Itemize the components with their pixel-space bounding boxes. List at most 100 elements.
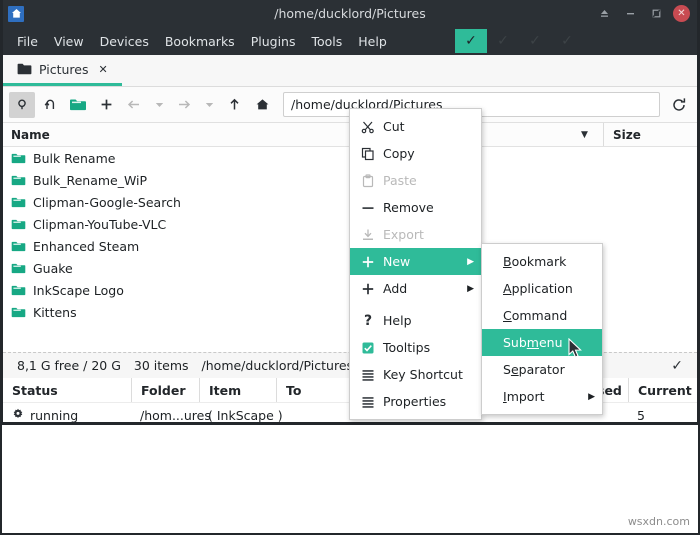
watermark: wsxdn.com [628, 515, 690, 528]
check-button-4[interactable]: ✓ [551, 29, 583, 53]
up-arrow-icon[interactable] [221, 92, 247, 118]
list-item-label: InkScape Logo [33, 283, 124, 298]
context-menu-item-help[interactable]: ? Help [350, 307, 481, 334]
submenu-item-submenu[interactable]: Submenu [482, 329, 602, 356]
title-bar: /home/ducklord/Pictures ✕ [3, 0, 697, 27]
plus-icon[interactable] [93, 92, 119, 118]
list-item-label: Guake [33, 261, 73, 276]
task-col-folder[interactable]: Folder [131, 378, 199, 402]
task-col-to[interactable]: To [276, 378, 336, 402]
download-icon [357, 228, 379, 242]
chevron-right-icon: ▶ [467, 284, 474, 294]
chevron-right-icon: ▶ [467, 257, 474, 267]
context-menu-item-remove[interactable]: Remove [350, 194, 481, 221]
submenu-label: Submenu [503, 335, 563, 350]
folder-icon [11, 218, 26, 231]
menu-item-devices[interactable]: Devices [92, 31, 157, 52]
submenu-label: Separator [503, 362, 565, 377]
context-menu-item-paste[interactable]: Paste [350, 167, 481, 194]
task-col-item[interactable]: Item [199, 378, 276, 402]
context-menu-item-cut[interactable]: Cut [350, 113, 481, 140]
page-border-left [0, 425, 2, 535]
undo-icon[interactable] [37, 92, 63, 118]
submenu-item-separator[interactable]: Separator [482, 356, 602, 383]
submenu-item-command[interactable]: Command [482, 302, 602, 329]
forward-history-dropdown-icon[interactable] [199, 92, 219, 118]
context-menu-item-new[interactable]: New ▶ [350, 248, 481, 275]
context-menu-item-properties[interactable]: Properties [350, 388, 481, 415]
sort-dropdown-icon[interactable]: ▼ [581, 123, 588, 146]
minimize-button[interactable] [617, 0, 643, 27]
task-col-status[interactable]: Status [3, 378, 131, 402]
check-button-1[interactable]: ✓ [455, 29, 487, 53]
context-menu-label: Copy [383, 146, 415, 161]
column-header-size[interactable]: Size [603, 123, 641, 146]
menu-item-bookmarks[interactable]: Bookmarks [157, 31, 243, 52]
clipboard-icon [357, 174, 379, 188]
home-icon[interactable] [249, 92, 275, 118]
back-history-dropdown-icon[interactable] [149, 92, 169, 118]
context-menu-label: Export [383, 227, 424, 242]
folder-icon[interactable] [65, 92, 91, 118]
list-item-label: Clipman-YouTube-VLC [33, 217, 166, 232]
search-icon[interactable] [9, 92, 35, 118]
check-button-2[interactable]: ✓ [487, 29, 519, 53]
submenu-item-bookmark[interactable]: Bookmark [482, 248, 602, 275]
folder-icon [11, 306, 26, 319]
submenu-label: Command [503, 308, 567, 323]
tab-bar: Pictures ✕ [3, 55, 697, 87]
list-item-label: Enhanced Steam [33, 239, 139, 254]
plus-icon [357, 282, 379, 296]
maximize-button[interactable] [643, 0, 669, 27]
task-col-current[interactable]: Current [628, 378, 700, 402]
submenu-item-application[interactable]: Application [482, 275, 602, 302]
close-button[interactable]: ✕ [673, 5, 690, 22]
tab-label: Pictures [39, 62, 89, 77]
submenu-label: Import [503, 389, 545, 404]
tab-pictures[interactable]: Pictures ✕ [3, 55, 122, 86]
minus-icon [357, 201, 379, 215]
list-icon [357, 395, 379, 409]
plus-icon [357, 255, 379, 269]
back-arrow-icon[interactable] [121, 92, 147, 118]
submenu-item-import[interactable]: Import ▶ [482, 383, 602, 410]
context-menu-item-export[interactable]: Export [350, 221, 481, 248]
context-menu-item-add[interactable]: Add ▶ [350, 275, 481, 302]
list-item-label: Bulk Rename [33, 151, 115, 166]
menu-item-tools[interactable]: Tools [303, 31, 350, 52]
context-menu-label: Paste [383, 173, 417, 188]
tab-close-icon[interactable]: ✕ [99, 63, 108, 76]
current-path-label: /home/ducklord/Pictures [202, 358, 354, 373]
context-menu-item-tooltips[interactable]: Tooltips [350, 334, 481, 361]
free-space-label: 8,1 G free / 20 G [17, 358, 121, 373]
context-menu-label: Properties [383, 394, 446, 409]
menu-item-plugins[interactable]: Plugins [243, 31, 304, 52]
context-menu-item-copy[interactable]: Copy [350, 140, 481, 167]
file-manager-window: /home/ducklord/Pictures ✕ File View Devi… [0, 0, 700, 425]
menubar-check-buttons: ✓ ✓ ✓ ✓ [455, 27, 583, 55]
shade-button[interactable] [591, 0, 617, 27]
context-menu-label: Remove [383, 200, 434, 215]
context-menu-item-key-shortcut[interactable]: Key Shortcut [350, 361, 481, 388]
gear-icon [12, 408, 24, 423]
reload-icon[interactable] [667, 92, 691, 118]
copy-icon [357, 147, 379, 161]
check-button-3[interactable]: ✓ [519, 29, 551, 53]
menu-bar: File View Devices Bookmarks Plugins Tool… [3, 27, 697, 55]
context-menu-label: New [383, 254, 410, 269]
menu-item-view[interactable]: View [46, 31, 92, 52]
column-header-name[interactable]: Name [3, 128, 50, 142]
forward-arrow-icon[interactable] [171, 92, 197, 118]
submenu-label: Application [503, 281, 573, 296]
question-icon: ? [357, 313, 379, 329]
folder-icon [17, 60, 32, 79]
menu-item-help[interactable]: Help [350, 31, 395, 52]
context-menu-label: Key Shortcut [383, 367, 463, 382]
status-check-icon[interactable]: ✓ [671, 353, 683, 378]
context-menu-label: Cut [383, 119, 405, 134]
menu-item-file[interactable]: File [9, 31, 46, 52]
app-home-icon [8, 6, 24, 22]
list-item-label: Clipman-Google-Search [33, 195, 181, 210]
chevron-right-icon: ▶ [588, 392, 595, 402]
context-menu: Cut Copy Paste Remove Export [349, 108, 482, 420]
